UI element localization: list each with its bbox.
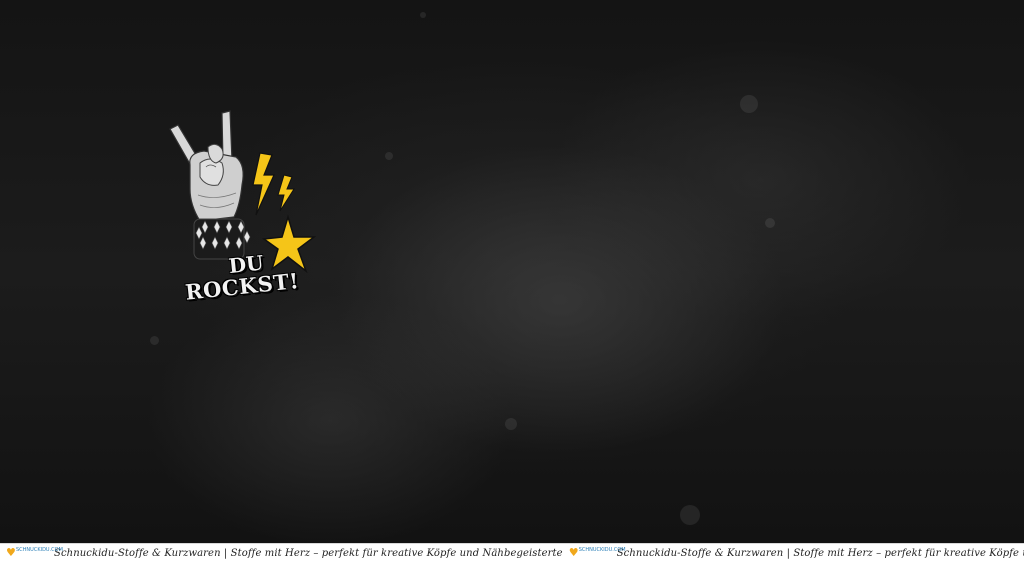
texture-speck xyxy=(420,12,426,18)
heart-icon: ♥ xyxy=(6,546,16,559)
texture-speck xyxy=(505,418,517,430)
footer-text: Schnuckidu-Stoffe & Kurzwaren | Stoffe m… xyxy=(54,547,563,559)
du-rockst-motif: DU ROCKST! xyxy=(160,105,330,320)
logo-text: SCHNUCKIDU.COM xyxy=(16,547,63,553)
lightning-bolt-icon xyxy=(252,152,295,216)
texture-speck xyxy=(385,152,393,160)
footer-repeat: ♥ SCHNUCKIDU.COM Schnuckidu-Stoffe & Kur… xyxy=(563,546,1024,560)
logo-text: SCHNUCKIDU.COM xyxy=(578,547,626,553)
texture-speck xyxy=(680,505,700,525)
texture-speck xyxy=(740,95,758,113)
schnuckidu-logo: ♥ SCHNUCKIDU.COM xyxy=(4,546,63,560)
texture-speck xyxy=(765,218,775,228)
texture-speck xyxy=(150,336,159,345)
fabric-design-canvas: DU ROCKST! xyxy=(0,0,1024,543)
footer-text: Schnuckidu-Stoffe & Kurzwaren | Stoffe m… xyxy=(616,547,1024,559)
footer-repeat: ♥ SCHNUCKIDU.COM Schnuckidu-Stoffe & Kur… xyxy=(0,546,563,560)
brand-footer-strip: ♥ SCHNUCKIDU.COM Schnuckidu-Stoffe & Kur… xyxy=(0,543,1024,562)
schnuckidu-logo: ♥ SCHNUCKIDU.COM xyxy=(567,546,626,560)
heart-icon: ♥ xyxy=(568,546,579,559)
